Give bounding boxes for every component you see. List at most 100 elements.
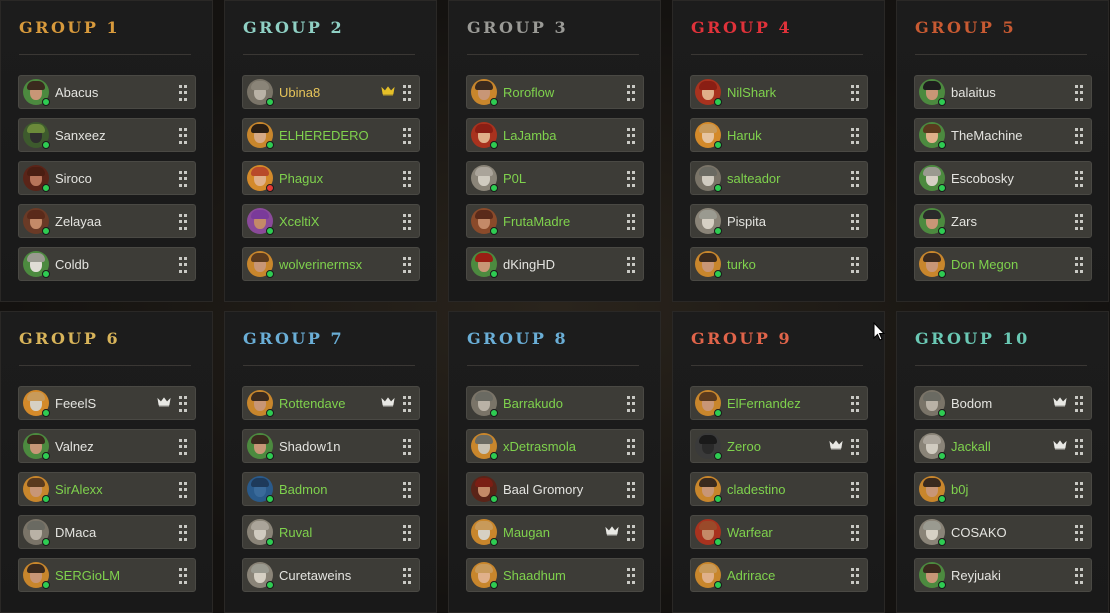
player-slot[interactable]: Zelayaa	[18, 204, 196, 238]
drag-handle-icon[interactable]	[179, 214, 187, 230]
player-slot[interactable]: turko	[690, 247, 868, 281]
drag-handle-icon[interactable]	[403, 214, 411, 230]
player-slot[interactable]: Bodom	[914, 386, 1092, 420]
drag-handle-icon[interactable]	[1075, 439, 1083, 455]
drag-handle-icon[interactable]	[627, 568, 635, 584]
player-slot[interactable]: b0j	[914, 472, 1092, 506]
drag-handle-icon[interactable]	[627, 439, 635, 455]
drag-handle-icon[interactable]	[851, 257, 859, 273]
player-slot[interactable]: ElFernandez	[690, 386, 868, 420]
player-slot[interactable]: Rottendave	[242, 386, 420, 420]
drag-handle-icon[interactable]	[851, 85, 859, 101]
player-slot[interactable]: balaitus	[914, 75, 1092, 109]
drag-handle-icon[interactable]	[851, 214, 859, 230]
player-slot[interactable]: Shaadhum	[466, 558, 644, 592]
drag-handle-icon[interactable]	[851, 171, 859, 187]
drag-handle-icon[interactable]	[179, 525, 187, 541]
drag-handle-icon[interactable]	[851, 396, 859, 412]
player-slot[interactable]: Haruk	[690, 118, 868, 152]
player-slot[interactable]: DMaca	[18, 515, 196, 549]
drag-handle-icon[interactable]	[179, 439, 187, 455]
player-slot[interactable]: Zeroo	[690, 429, 868, 463]
player-slot[interactable]: xDetrasmola	[466, 429, 644, 463]
drag-handle-icon[interactable]	[403, 171, 411, 187]
player-slot[interactable]: Zars	[914, 204, 1092, 238]
drag-handle-icon[interactable]	[1075, 525, 1083, 541]
player-slot[interactable]: SERGioLM	[18, 558, 196, 592]
player-slot[interactable]: Warfear	[690, 515, 868, 549]
drag-handle-icon[interactable]	[179, 128, 187, 144]
drag-handle-icon[interactable]	[179, 257, 187, 273]
player-slot[interactable]: Escobosky	[914, 161, 1092, 195]
player-slot[interactable]: NilShark	[690, 75, 868, 109]
drag-handle-icon[interactable]	[403, 568, 411, 584]
drag-handle-icon[interactable]	[851, 439, 859, 455]
player-slot[interactable]: Sanxeez	[18, 118, 196, 152]
drag-handle-icon[interactable]	[627, 171, 635, 187]
player-slot[interactable]: FeeelS	[18, 386, 196, 420]
drag-handle-icon[interactable]	[851, 482, 859, 498]
drag-handle-icon[interactable]	[627, 214, 635, 230]
drag-handle-icon[interactable]	[627, 257, 635, 273]
player-slot[interactable]: wolverinermsx	[242, 247, 420, 281]
drag-handle-icon[interactable]	[179, 171, 187, 187]
drag-handle-icon[interactable]	[851, 128, 859, 144]
player-slot[interactable]: LaJamba	[466, 118, 644, 152]
player-slot[interactable]: dKingHD	[466, 247, 644, 281]
drag-handle-icon[interactable]	[403, 257, 411, 273]
drag-handle-icon[interactable]	[403, 85, 411, 101]
drag-handle-icon[interactable]	[851, 568, 859, 584]
player-slot[interactable]: Curetaweins	[242, 558, 420, 592]
player-slot[interactable]: Phagux	[242, 161, 420, 195]
player-slot[interactable]: Valnez	[18, 429, 196, 463]
drag-handle-icon[interactable]	[179, 85, 187, 101]
drag-handle-icon[interactable]	[1075, 85, 1083, 101]
player-slot[interactable]: XceltiX	[242, 204, 420, 238]
player-slot[interactable]: TheMachine	[914, 118, 1092, 152]
drag-handle-icon[interactable]	[627, 85, 635, 101]
player-slot[interactable]: Maugan	[466, 515, 644, 549]
player-slot[interactable]: P0L	[466, 161, 644, 195]
drag-handle-icon[interactable]	[179, 568, 187, 584]
drag-handle-icon[interactable]	[403, 482, 411, 498]
drag-handle-icon[interactable]	[1075, 396, 1083, 412]
player-slot[interactable]: Siroco	[18, 161, 196, 195]
player-slot[interactable]: Pispita	[690, 204, 868, 238]
player-slot[interactable]: Barrakudo	[466, 386, 644, 420]
drag-handle-icon[interactable]	[627, 396, 635, 412]
player-slot[interactable]: Coldb	[18, 247, 196, 281]
player-slot[interactable]: Badmon	[242, 472, 420, 506]
drag-handle-icon[interactable]	[1075, 568, 1083, 584]
player-slot[interactable]: Roroflow	[466, 75, 644, 109]
drag-handle-icon[interactable]	[1075, 128, 1083, 144]
player-slot[interactable]: cladestino	[690, 472, 868, 506]
drag-handle-icon[interactable]	[851, 525, 859, 541]
drag-handle-icon[interactable]	[403, 128, 411, 144]
player-slot[interactable]: Ruval	[242, 515, 420, 549]
player-slot[interactable]: Baal Gromory	[466, 472, 644, 506]
drag-handle-icon[interactable]	[403, 525, 411, 541]
drag-handle-icon[interactable]	[179, 396, 187, 412]
drag-handle-icon[interactable]	[179, 482, 187, 498]
drag-handle-icon[interactable]	[627, 525, 635, 541]
drag-handle-icon[interactable]	[627, 482, 635, 498]
player-slot[interactable]: Reyjuaki	[914, 558, 1092, 592]
player-slot[interactable]: Adrirace	[690, 558, 868, 592]
player-slot[interactable]: ELHEREDERO	[242, 118, 420, 152]
player-slot[interactable]: FrutaMadre	[466, 204, 644, 238]
drag-handle-icon[interactable]	[403, 396, 411, 412]
player-slot[interactable]: COSAKO	[914, 515, 1092, 549]
drag-handle-icon[interactable]	[627, 128, 635, 144]
player-slot[interactable]: Ubina8	[242, 75, 420, 109]
player-slot[interactable]: Don Megon	[914, 247, 1092, 281]
player-slot[interactable]: Jackall	[914, 429, 1092, 463]
drag-handle-icon[interactable]	[1075, 257, 1083, 273]
drag-handle-icon[interactable]	[1075, 171, 1083, 187]
player-slot[interactable]: salteador	[690, 161, 868, 195]
player-slot[interactable]: SirAlexx	[18, 472, 196, 506]
player-slot[interactable]: Abacus	[18, 75, 196, 109]
drag-handle-icon[interactable]	[1075, 482, 1083, 498]
drag-handle-icon[interactable]	[1075, 214, 1083, 230]
drag-handle-icon[interactable]	[403, 439, 411, 455]
player-slot[interactable]: Shadow1n	[242, 429, 420, 463]
